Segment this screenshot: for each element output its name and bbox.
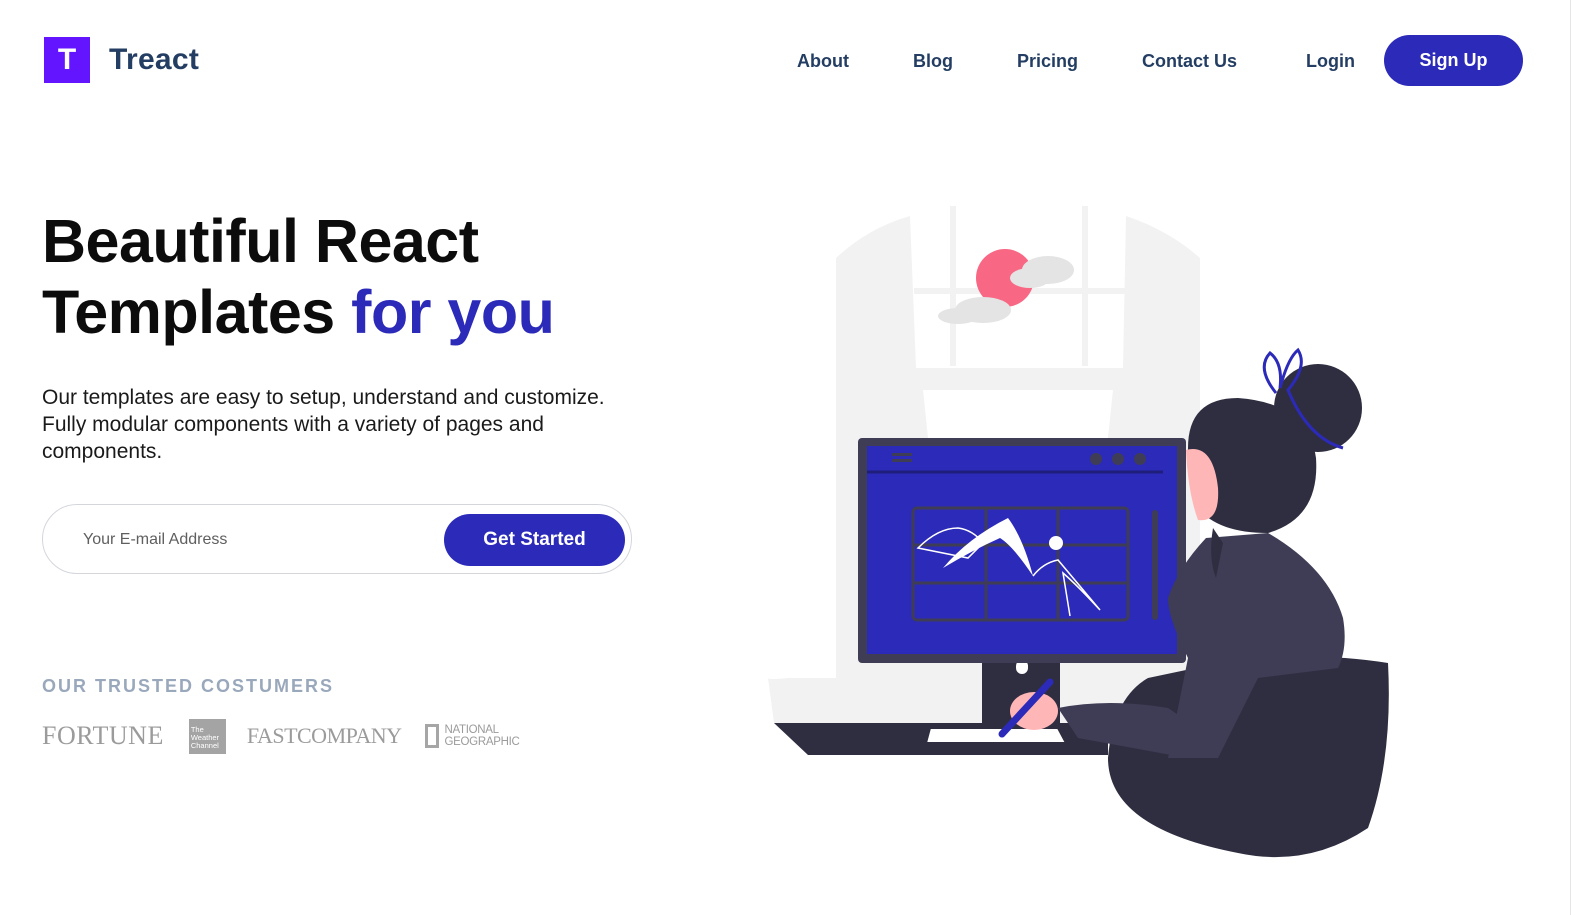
nav-link-blog[interactable]: Blog xyxy=(913,49,953,73)
get-started-button[interactable]: Get Started xyxy=(444,514,625,566)
hero-title: Beautiful React Templates for you xyxy=(42,206,555,348)
natgeo-line1: NATIONAL xyxy=(444,724,500,736)
weather-channel-logo: The Weather Channel xyxy=(188,718,226,754)
brand-name: Treact xyxy=(109,43,200,76)
signup-button[interactable]: Sign Up xyxy=(1384,35,1523,86)
hero-title-line1: Beautiful React xyxy=(42,207,479,275)
natgeo-line2: GEOGRAPHIC xyxy=(444,736,520,748)
fast-company-logo: FASTCOMPANY xyxy=(246,723,402,748)
email-input[interactable] xyxy=(83,527,423,553)
main-nav: About Blog Pricing Contact Us xyxy=(797,49,1301,73)
natgeo-frame-icon xyxy=(424,724,439,748)
hero-description: Our templates are easy to setup, underst… xyxy=(42,386,605,463)
nav-link-pricing[interactable]: Pricing xyxy=(1017,49,1078,73)
brand-logo-link[interactable]: T Treact xyxy=(44,37,199,83)
fortune-logo: FORTUNE xyxy=(42,721,164,750)
woman-at-computer-illustration xyxy=(768,206,1389,858)
email-signup-form: Get Started xyxy=(42,504,632,574)
customer-logos: FORTUNE The Weather Channel FASTCOMPANY … xyxy=(42,716,520,756)
nav-link-contact[interactable]: Contact Us xyxy=(1142,49,1237,73)
national-geographic-logo: NATIONAL GEOGRAPHIC xyxy=(424,724,520,748)
hero-title-line2: Templates xyxy=(42,278,335,346)
landing-page: T Treact About Blog Pricing Contact Us L… xyxy=(0,0,1589,915)
customers-heading: OUR TRUSTED COSTUMERS xyxy=(42,676,335,696)
page-scrollbar[interactable] xyxy=(1570,0,1589,915)
nav-link-about[interactable]: About xyxy=(797,49,849,73)
logo-icon: T xyxy=(44,37,90,83)
login-link[interactable]: Login xyxy=(1306,49,1355,73)
hero-title-accent: for you xyxy=(351,278,555,346)
